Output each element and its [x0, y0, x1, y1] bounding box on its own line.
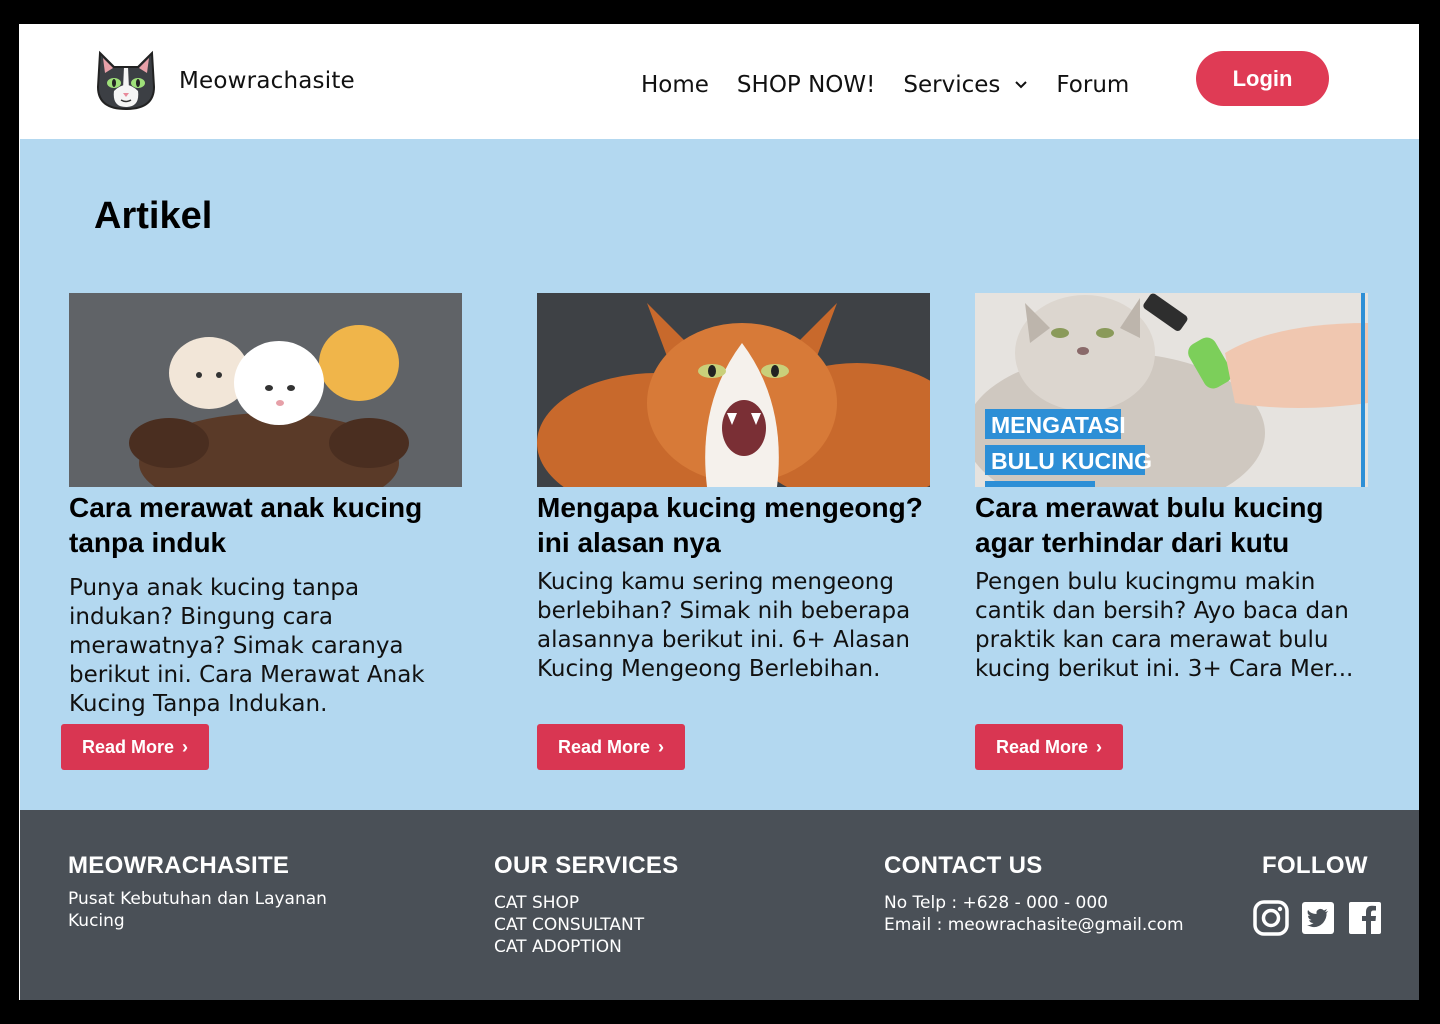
article-image-meowing-cat[interactable]: [537, 293, 930, 487]
footer-brand-text-2: Kucing: [68, 911, 125, 931]
social-links: [1253, 900, 1394, 936]
footer: MEOWRACHASITE Pusat Kebutuhan dan Layana…: [20, 810, 1419, 1000]
article-card: MENGATASI BULU KUCING Cara merawat bulu …: [975, 293, 1370, 684]
article-card: Cara merawat anak kucing tanpa induk Pun…: [69, 293, 464, 719]
article-title[interactable]: Cara merawat bulu kucing agar terhindar …: [975, 490, 1370, 560]
footer-service-cat-consultant[interactable]: CAT CONSULTANT: [494, 914, 644, 936]
nav-services-label: Services: [903, 72, 1001, 98]
article-image-kittens[interactable]: [69, 293, 462, 487]
article-excerpt: Punya anak kucing tanpa indukan? Bingung…: [69, 575, 425, 717]
nav-forum[interactable]: Forum: [1056, 72, 1129, 98]
footer-service-cat-adoption[interactable]: CAT ADOPTION: [494, 936, 622, 958]
article-excerpt: Kucing kamu sering mengeong berlebihan? …: [537, 569, 911, 682]
footer-follow-heading: FOLLOW: [1262, 852, 1368, 879]
footer-services-heading: OUR SERVICES: [494, 852, 679, 879]
chevron-down-icon: [1015, 81, 1028, 89]
cat-logo-icon[interactable]: [94, 49, 158, 111]
page-frame: Meowrachasite Home SHOP NOW! Services Fo…: [19, 24, 1419, 1000]
article-card: Mengapa kucing mengeong? ini alasan nya …: [537, 293, 932, 684]
image-caption-line-2: BULU KUCING: [991, 448, 1152, 474]
image-caption-line-1: MENGATASI: [991, 412, 1126, 438]
article-image-grooming[interactable]: MENGATASI BULU KUCING: [975, 293, 1368, 487]
twitter-icon[interactable]: [1300, 900, 1336, 936]
nav-shop-now[interactable]: SHOP NOW!: [737, 72, 875, 98]
chevron-right-icon: ›: [658, 736, 665, 757]
chevron-right-icon: ›: [1096, 736, 1103, 757]
nav-services[interactable]: Services: [903, 72, 1028, 98]
page-title: Artikel: [94, 195, 213, 237]
header: Meowrachasite Home SHOP NOW! Services Fo…: [19, 24, 1419, 139]
article-excerpt: Pengen bulu kucingmu makin cantik dan be…: [975, 569, 1354, 682]
facebook-icon[interactable]: [1347, 900, 1383, 936]
footer-email[interactable]: Email : meowrachasite@gmail.com: [884, 914, 1184, 936]
footer-brand-heading: MEOWRACHASITE: [68, 852, 290, 879]
footer-brand-text-1: Pusat Kebutuhan dan Layanan: [68, 889, 327, 909]
read-more-button[interactable]: Read More ›: [975, 724, 1123, 770]
brand-name[interactable]: Meowrachasite: [179, 68, 355, 94]
chevron-right-icon: ›: [182, 736, 189, 757]
read-more-label: Read More: [81, 736, 175, 757]
instagram-icon[interactable]: [1253, 900, 1289, 936]
main-nav: Home SHOP NOW! Services Forum: [641, 72, 1157, 98]
read-more-label: Read More: [557, 736, 651, 757]
footer-phone: No Telp : +628 - 000 - 000: [884, 893, 1108, 913]
articles-section: Artikel Cara merawat anak kucing tanpa i…: [20, 139, 1419, 810]
article-title[interactable]: Mengapa kucing mengeong? ini alasan nya: [537, 490, 932, 560]
read-more-button[interactable]: Read More ›: [61, 724, 209, 770]
login-button[interactable]: Login: [1196, 51, 1329, 106]
footer-contact-heading: CONTACT US: [884, 852, 1043, 879]
read-more-button[interactable]: Read More ›: [537, 724, 685, 770]
article-title[interactable]: Cara merawat anak kucing tanpa induk: [69, 490, 464, 560]
footer-service-cat-shop[interactable]: CAT SHOP: [494, 892, 579, 914]
nav-home[interactable]: Home: [641, 72, 709, 98]
read-more-label: Read More: [995, 736, 1089, 757]
